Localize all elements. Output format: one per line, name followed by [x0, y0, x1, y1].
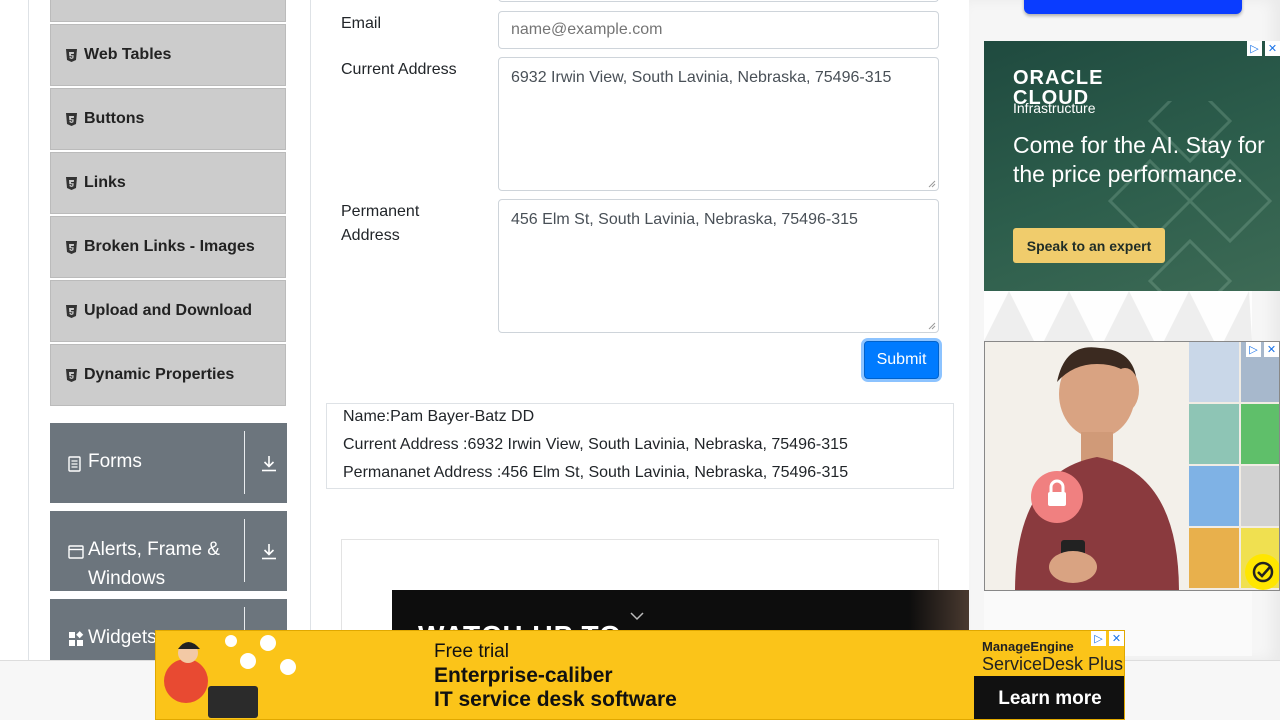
current-address-label: Current Address [341, 61, 457, 78]
resize-handle-icon[interactable] [928, 322, 936, 330]
sidebar-group-forms[interactable]: Forms [50, 423, 287, 503]
download-icon[interactable] [261, 543, 277, 566]
grid-photo [1189, 404, 1239, 464]
sidebar-item-upload-download[interactable]: Upload and Download [50, 280, 286, 342]
pattern-strip [984, 291, 1252, 341]
sidebar-item-dynamic-properties[interactable]: Dynamic Properties [50, 344, 286, 406]
resize-handle-icon[interactable] [928, 180, 936, 188]
output-box: Name:Pam Bayer-Batz DD Current Address :… [326, 403, 954, 489]
group-divider [244, 519, 245, 582]
grid-photo [1189, 528, 1239, 588]
close-icon[interactable]: ✕ [1264, 342, 1279, 357]
email-label: Email [341, 15, 382, 32]
sidebar-item-label: Buttons [84, 110, 145, 127]
grid-photo [1189, 466, 1239, 526]
adchoices-icon[interactable]: ▷ [1246, 342, 1261, 357]
sidebar-item-buttons[interactable]: Buttons [50, 88, 286, 150]
html5-icon [65, 112, 77, 126]
grid-photo [1241, 404, 1279, 464]
banner-ad[interactable]: Free trial Enterprise-caliber IT service… [155, 630, 1125, 720]
banner-spacer [306, 631, 426, 719]
oracle-logo-line1: ORACLE [1013, 67, 1104, 89]
banner-line1: Free trial [434, 641, 509, 662]
sidebar-item-web-tables[interactable]: Web Tables [50, 24, 286, 86]
html5-icon [65, 48, 77, 62]
oracle-ad[interactable]: ORACLE CLOUD Infrastructure Come for the… [984, 41, 1280, 291]
learn-more-button[interactable]: Learn more [974, 676, 1124, 719]
man-with-phone-illustration [985, 342, 1189, 590]
grid-photo [1189, 342, 1239, 402]
banner-line3: IT service desk software [434, 688, 677, 711]
content-divider [310, 0, 311, 660]
adchoices-icon[interactable]: ▷ [1247, 41, 1262, 56]
html5-icon [65, 240, 77, 254]
left-divider [28, 0, 29, 660]
banner-product: ServiceDesk Plus [982, 654, 1124, 674]
sidebar-item-links[interactable]: Links [50, 152, 286, 214]
output-permanent-address: Permananet Address :456 Elm St, South La… [343, 464, 849, 481]
output-current-address: Current Address :6932 Irwin View, South … [343, 436, 848, 453]
group-label: Alerts, Frame & Windows [88, 539, 220, 589]
sidebar-item-broken-links[interactable]: Broken Links - Images [50, 216, 286, 278]
group-divider [244, 431, 245, 494]
window-icon [68, 543, 84, 565]
sidebar-item-previous[interactable] [50, 0, 286, 22]
html5-icon [65, 304, 77, 318]
group-label: Forms [88, 451, 142, 472]
banner-brand: ManageEngine [982, 639, 1074, 654]
output-name: Name:Pam Bayer-Batz DD [343, 408, 535, 425]
current-address-value: 6932 Irwin View, South Lavinia, Nebraska… [511, 69, 892, 86]
sidebar-item-label: Upload and Download [84, 302, 252, 319]
form-icon [68, 456, 81, 478]
download-icon[interactable] [261, 455, 277, 478]
chevron-down-icon[interactable] [630, 610, 644, 624]
page: Web Tables Buttons Links Broken Links - … [0, 0, 1280, 720]
previous-field[interactable] [498, 0, 939, 2]
submit-button[interactable]: Submit [864, 341, 939, 379]
security-ad[interactable]: ▷ ✕ [984, 341, 1280, 591]
sidebar-item-label: Broken Links - Images [84, 238, 255, 255]
permanent-address-field[interactable]: 456 Elm St, South Lavinia, Nebraska, 754… [498, 199, 939, 333]
sidebar-item-label: Links [84, 174, 126, 191]
html5-icon [65, 368, 77, 382]
sidebar-group-alerts[interactable]: Alerts, Frame & Windows [50, 511, 287, 591]
top-ad-button[interactable] [1024, 0, 1242, 14]
banner-line2: Enterprise-caliber [434, 664, 613, 687]
permanent-address-value: 456 Elm St, South Lavinia, Nebraska, 754… [511, 211, 858, 228]
oracle-cta-button[interactable]: Speak to an expert [1013, 228, 1165, 263]
oracle-headline: Come for the AI. Stay for the price perf… [1013, 132, 1265, 187]
group-label: Widgets [88, 627, 157, 648]
sidebar-item-label: Web Tables [84, 46, 172, 63]
close-icon[interactable]: ✕ [1265, 41, 1280, 56]
email-field[interactable] [498, 11, 939, 49]
current-address-field[interactable]: 6932 Irwin View, South Lavinia, Nebraska… [498, 57, 939, 191]
permanent-address-label: Permanent Address [341, 203, 420, 244]
close-icon[interactable]: ✕ [1109, 631, 1124, 646]
sidebar-item-label: Dynamic Properties [84, 366, 235, 383]
grid-photo [1241, 466, 1279, 526]
check-badge-icon [1245, 554, 1279, 590]
adchoices-icon[interactable]: ▷ [1091, 631, 1106, 646]
html5-icon [65, 176, 77, 190]
support-agent-illustration [156, 631, 306, 719]
widgets-icon [68, 631, 84, 653]
oracle-logo-sub: Infrastructure [1013, 100, 1096, 116]
